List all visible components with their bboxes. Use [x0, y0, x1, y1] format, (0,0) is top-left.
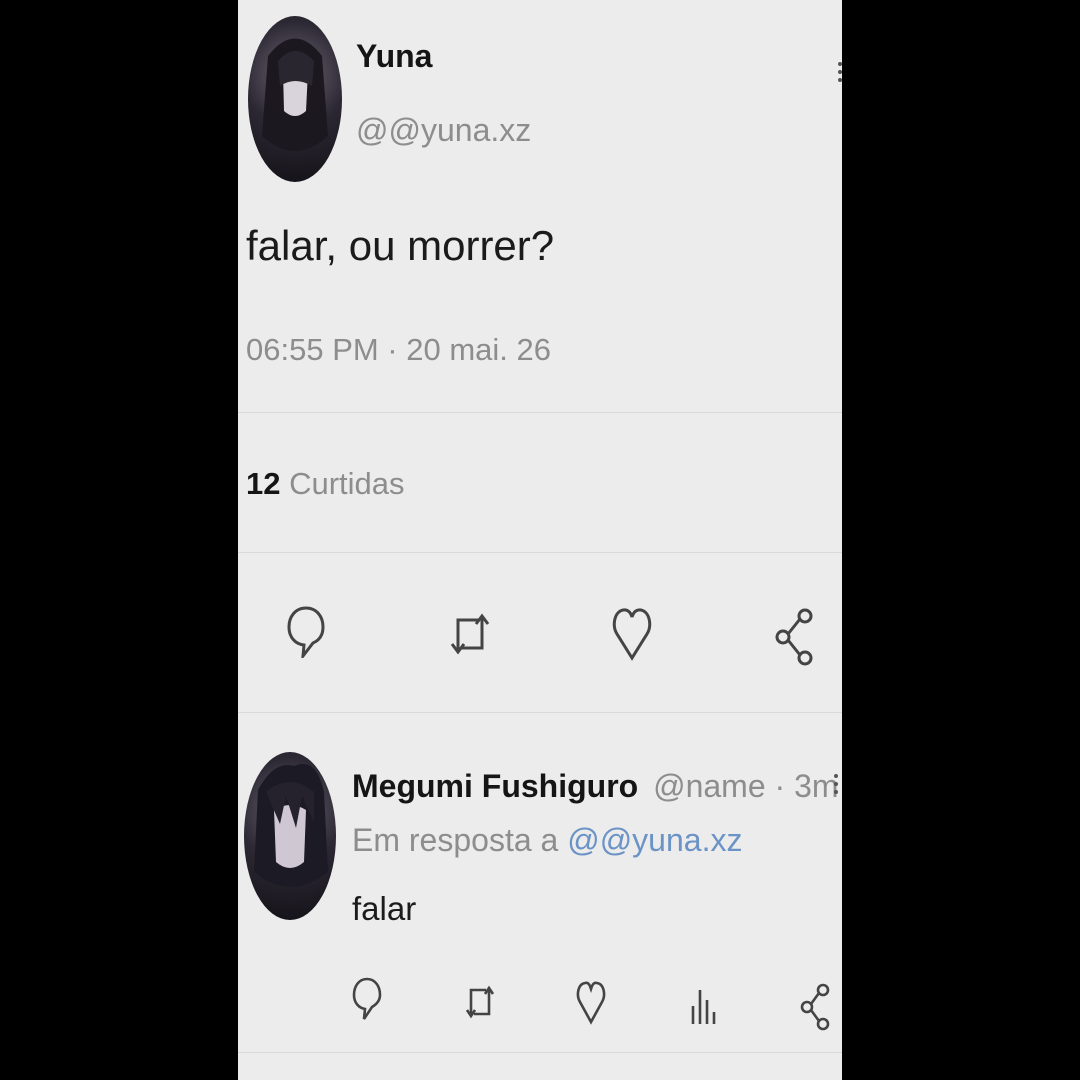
- divider: [238, 1052, 842, 1053]
- reply-icon[interactable]: [286, 604, 326, 658]
- reply-author-avatar[interactable]: [244, 752, 336, 920]
- tweet-text: falar, ou morrer?: [246, 222, 555, 269]
- author-avatar[interactable]: [248, 16, 342, 182]
- phone-screen: Yuna @@yuna.xz falar, ou morrer? 06:55 P…: [238, 0, 842, 1080]
- reply-author-name[interactable]: Megumi Fushiguro: [352, 768, 638, 804]
- reply-author-handle[interactable]: @name: [653, 768, 766, 804]
- reply-text: falar: [352, 890, 417, 927]
- reply-header: Megumi Fushiguro @name · 3m: [352, 768, 839, 805]
- reply-more-options-icon[interactable]: [834, 774, 840, 798]
- divider: [238, 412, 842, 413]
- retweet-icon[interactable]: [448, 610, 492, 658]
- divider: [238, 712, 842, 713]
- in-reply-prefix: Em resposta a: [352, 822, 559, 858]
- share-icon[interactable]: [774, 606, 814, 668]
- reply-stats-icon[interactable]: [690, 984, 716, 1026]
- reply-share-icon[interactable]: [800, 982, 830, 1032]
- likes-count-row[interactable]: 12 Curtidas: [246, 466, 405, 502]
- author-handle[interactable]: @@yuna.xz: [356, 112, 531, 149]
- likes-count: 12: [246, 466, 281, 501]
- likes-label: Curtidas: [289, 466, 405, 501]
- tweet-timestamp: 06:55 PM · 20 mai. 26: [246, 332, 551, 367]
- in-reply-handle-link[interactable]: @@yuna.xz: [567, 822, 742, 858]
- reply-retweet-icon[interactable]: [464, 982, 496, 1022]
- reply-time: · 3m: [774, 768, 839, 804]
- reply-heart-icon[interactable]: [576, 978, 606, 1026]
- divider: [238, 552, 842, 553]
- heart-icon[interactable]: [612, 604, 652, 662]
- author-name[interactable]: Yuna: [356, 38, 432, 75]
- more-options-icon[interactable]: [838, 62, 842, 86]
- reply-reply-icon[interactable]: [352, 976, 382, 1022]
- in-reply-to: Em resposta a @@yuna.xz: [352, 822, 742, 859]
